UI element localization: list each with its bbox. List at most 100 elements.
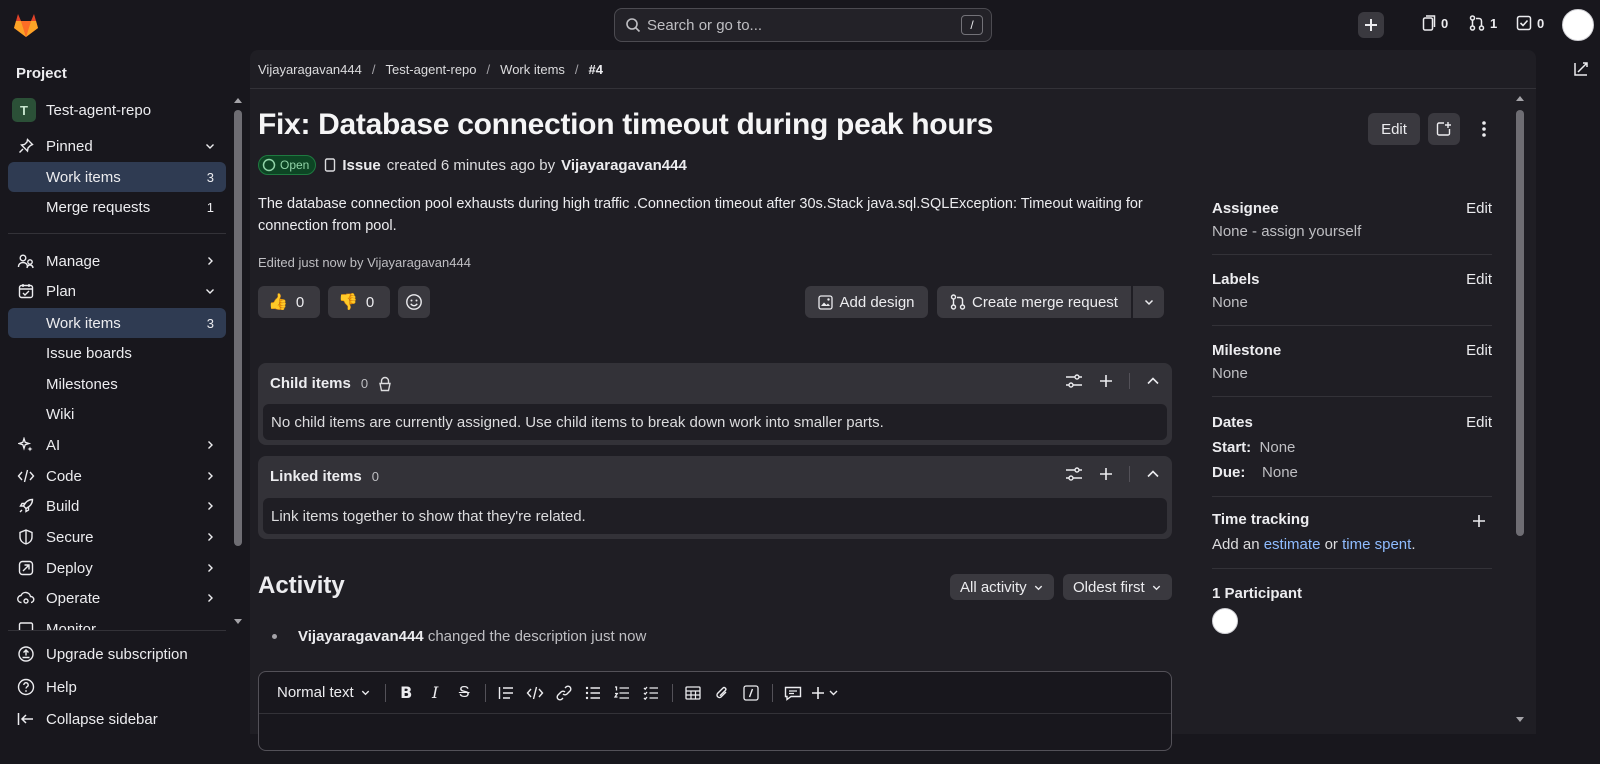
- toolbar-divider: [771, 683, 773, 702]
- create-new-button[interactable]: [1358, 12, 1384, 38]
- project-name: Test-agent-repo: [46, 101, 152, 119]
- activity-filter-dropdown[interactable]: All activity: [950, 574, 1054, 600]
- sidebar-item-build[interactable]: Build: [8, 491, 226, 521]
- milestone-edit-button[interactable]: Edit: [1466, 342, 1492, 359]
- bullet-list-icon[interactable]: [579, 679, 608, 707]
- strikethrough-icon[interactable]: S: [450, 679, 479, 707]
- sidebar-item-secure[interactable]: Secure: [8, 522, 226, 552]
- code-icon[interactable]: [521, 679, 550, 707]
- add-linked-item-icon[interactable]: [1099, 467, 1113, 481]
- start-date-label: Start:: [1212, 439, 1252, 456]
- time-tracking-help: Add an estimate or time spent.: [1212, 536, 1415, 553]
- merge-requests-button[interactable]: 1: [1469, 15, 1497, 31]
- assigned-issues-button[interactable]: 0: [1422, 15, 1448, 31]
- chevron-up-icon[interactable]: [1146, 374, 1160, 388]
- pin-icon: [16, 138, 36, 154]
- sidebar-item-count: 1: [206, 199, 214, 215]
- sidebar-item-monitor[interactable]: Monitor: [8, 614, 226, 630]
- numbered-list-icon[interactable]: [608, 679, 637, 707]
- more-actions-icon[interactable]: [1476, 120, 1492, 138]
- time-spent-link[interactable]: time spent: [1342, 536, 1411, 553]
- sidebar-divider: [1212, 325, 1492, 326]
- activity-sort-dropdown[interactable]: Oldest first: [1063, 574, 1172, 600]
- user-avatar[interactable]: [1562, 9, 1594, 41]
- scroll-up-icon[interactable]: [1515, 94, 1525, 102]
- milestone-value: None: [1212, 365, 1248, 382]
- issues-icon: [1422, 15, 1436, 31]
- sidebar-item-label: Operate: [46, 589, 101, 607]
- link-icon[interactable]: [550, 679, 579, 707]
- estimate-link[interactable]: estimate: [1264, 536, 1321, 553]
- assignee-edit-button[interactable]: Edit: [1466, 200, 1492, 217]
- participant-avatar[interactable]: [1212, 608, 1238, 634]
- labels-edit-button[interactable]: Edit: [1466, 271, 1492, 288]
- gitlab-logo-icon[interactable]: [12, 12, 40, 38]
- panel-toggle-icon[interactable]: [1572, 60, 1590, 78]
- sidebar-item-plan[interactable]: Plan: [8, 276, 226, 306]
- sidebar-pinned-toggle[interactable]: Pinned: [8, 131, 226, 161]
- author-link[interactable]: Vijayaragavan444: [561, 157, 687, 174]
- bold-icon[interactable]: B: [392, 679, 421, 707]
- breadcrumb-current[interactable]: #4: [589, 62, 603, 77]
- sidebar-item-milestones[interactable]: Milestones: [8, 369, 226, 399]
- blockquote-icon[interactable]: [492, 679, 521, 707]
- comment-editor[interactable]: Normal text B I S: [258, 671, 1172, 751]
- scroll-up-icon[interactable]: [233, 96, 243, 104]
- sidebar-item-ai[interactable]: AI: [8, 430, 226, 460]
- quick-action-icon[interactable]: [737, 679, 766, 707]
- task-list-icon[interactable]: [637, 679, 666, 707]
- merge-request-options-dropdown[interactable]: [1133, 286, 1164, 318]
- create-merge-request-button[interactable]: Create merge request: [937, 286, 1131, 318]
- breadcrumb-link[interactable]: Work items: [500, 62, 565, 77]
- assignee-value[interactable]: None - assign yourself: [1212, 223, 1361, 240]
- text-style-dropdown[interactable]: Normal text: [277, 684, 371, 701]
- breadcrumb-link[interactable]: Vijayaragavan444: [258, 62, 362, 77]
- add-design-button[interactable]: Add design: [805, 286, 928, 318]
- more-insert-options-icon[interactable]: [808, 679, 844, 707]
- chevron-up-icon[interactable]: [1146, 467, 1160, 481]
- filter-settings-icon[interactable]: [1065, 373, 1083, 389]
- sidebar-item-pinned-work-items[interactable]: Work items 3: [8, 162, 226, 192]
- assignee-title: Assignee: [1212, 200, 1279, 217]
- sidebar-divider: [8, 630, 226, 631]
- merge-requests-count: 1: [1490, 15, 1498, 31]
- add-reaction-button[interactable]: [398, 286, 430, 318]
- sidebar-upgrade-subscription[interactable]: Upgrade subscription: [8, 639, 226, 669]
- sidebar-item-pinned-merge-requests[interactable]: Merge requests 1: [8, 192, 226, 222]
- todos-button[interactable]: 0: [1516, 15, 1544, 31]
- breadcrumb-separator: /: [486, 62, 491, 77]
- sidebar-collapse[interactable]: Collapse sidebar: [8, 704, 226, 734]
- search-input[interactable]: Search or go to... /: [614, 8, 992, 42]
- status-text: Open: [280, 158, 310, 172]
- sidebar-item-plan-work-items[interactable]: Work items 3: [8, 308, 226, 338]
- main-scrollbar[interactable]: [1516, 110, 1524, 536]
- time-tracking-suffix: .: [1411, 536, 1416, 553]
- add-child-item-icon[interactable]: [1099, 374, 1113, 388]
- sidebar-item-issue-boards[interactable]: Issue boards: [8, 338, 226, 368]
- sidebar-item-manage[interactable]: Manage: [8, 246, 226, 276]
- sidebar-item-deploy[interactable]: Deploy: [8, 553, 226, 583]
- add-time-icon[interactable]: [1472, 514, 1486, 528]
- attachment-icon[interactable]: [708, 679, 737, 707]
- sidebar-item-code[interactable]: Code: [8, 461, 226, 491]
- filter-settings-icon[interactable]: [1065, 466, 1083, 482]
- thumbs-down-button[interactable]: 👎 0: [328, 286, 390, 318]
- scroll-down-icon[interactable]: [233, 618, 243, 626]
- sidebar-scrollbar[interactable]: [234, 110, 242, 546]
- new-related-item-button[interactable]: [1428, 113, 1460, 145]
- edit-issue-button[interactable]: Edit: [1368, 113, 1420, 145]
- todo-check-icon: [1516, 15, 1532, 31]
- sidebar-project-link[interactable]: T Test-agent-repo: [12, 98, 151, 122]
- dates-edit-button[interactable]: Edit: [1466, 414, 1492, 431]
- thumbs-up-button[interactable]: 👍 0: [258, 286, 320, 318]
- comment-template-icon[interactable]: [779, 679, 808, 707]
- sidebar-item-label: Issue boards: [46, 344, 132, 362]
- sidebar-item-wiki[interactable]: Wiki: [8, 399, 226, 429]
- sidebar-help[interactable]: Help: [8, 672, 226, 702]
- activity-user-link[interactable]: Vijayaragavan444: [298, 628, 424, 645]
- breadcrumb-link[interactable]: Test-agent-repo: [385, 62, 476, 77]
- sidebar-item-operate[interactable]: Operate: [8, 583, 226, 613]
- scroll-down-icon[interactable]: [1515, 716, 1525, 724]
- table-icon[interactable]: [679, 679, 708, 707]
- italic-icon[interactable]: I: [421, 679, 450, 707]
